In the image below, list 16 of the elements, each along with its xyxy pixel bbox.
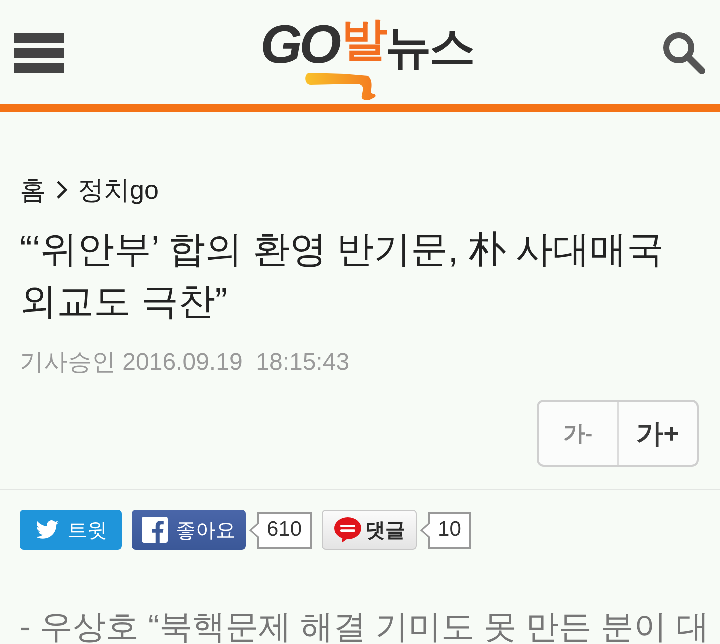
chevron-right-icon: [56, 180, 68, 200]
like-button[interactable]: 좋아요: [132, 510, 246, 550]
article-subtitle: - 우상호 “북핵문제 해결 기미도 못 만든 분이 대: [19, 610, 710, 644]
bird-icon: [34, 520, 60, 540]
article-title: “‘위안부’ 합의 환영 반기문, 朴 사대매국 외교도 극찬”: [20, 228, 666, 324]
breadcrumb-link[interactable]: 정치go: [78, 172, 159, 208]
speech-bubble-icon: [334, 516, 362, 544]
share-count: 10: [420, 512, 472, 548]
share-count: 610: [249, 512, 312, 548]
search-icon[interactable]: [662, 31, 706, 75]
font-increase-button[interactable]: 가+: [619, 402, 697, 465]
publish-date: 기사승인 2016.09.19 18:15:43: [20, 348, 351, 378]
menu-icon[interactable]: [14, 33, 64, 73]
facebook-icon: [142, 517, 168, 543]
breadcrumb-link[interactable]: 홈: [20, 172, 46, 208]
comment-button[interactable]: 댓글: [322, 510, 418, 550]
